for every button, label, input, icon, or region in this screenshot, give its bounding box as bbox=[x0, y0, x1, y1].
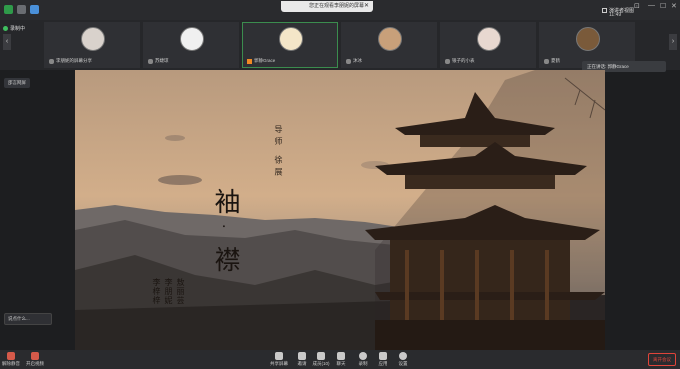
left-panel: 邵言网屏 说点什么... bbox=[0, 70, 75, 350]
grid-icon bbox=[602, 8, 607, 13]
share-banner-text: 您正在观看李朋妮的屏幕 bbox=[309, 3, 365, 9]
leave-meeting-button[interactable]: 离开会议 bbox=[648, 353, 676, 366]
participant-name: 李朋妮的屏幕分享 bbox=[49, 58, 92, 64]
chat-label: 聊天 bbox=[336, 361, 346, 366]
participant-tile[interactable]: 银子的小表 bbox=[440, 22, 536, 68]
right-panel bbox=[605, 70, 680, 350]
mic-icon bbox=[544, 58, 549, 64]
participant-name: 沐冰 bbox=[346, 58, 362, 64]
invite-label: 邀请 bbox=[297, 361, 307, 366]
strip-prev-arrow[interactable]: ‹ bbox=[3, 34, 11, 50]
record-icon bbox=[359, 352, 367, 360]
recording-dot-icon bbox=[3, 26, 8, 31]
title-char-2: 襟 bbox=[210, 246, 240, 273]
close-window-icon[interactable]: ✕ bbox=[671, 2, 677, 10]
participant-name-text: 银子的小表 bbox=[452, 58, 475, 63]
avatar bbox=[279, 27, 303, 51]
share-screen-button[interactable]: 共享屏幕 bbox=[268, 352, 290, 367]
record-button[interactable]: 录制 bbox=[352, 352, 374, 367]
student-name: 李梓梓 bbox=[152, 278, 161, 305]
student-name: 敖丽芸 bbox=[176, 278, 185, 305]
apps-label: 应用 bbox=[378, 361, 388, 366]
recording-indicator: 录制中 bbox=[3, 25, 25, 32]
participant-name: 苏婕琼 bbox=[148, 58, 169, 64]
shared-screen: 导师 徐展 袖 · 襟 敖丽芸 李朋妮 李梓梓 bbox=[75, 70, 605, 350]
speaker-chip-label: 邵言网屏 bbox=[8, 80, 26, 85]
chat-button[interactable]: 聊天 bbox=[330, 352, 352, 367]
avatar bbox=[477, 27, 501, 51]
participant-tile[interactable]: 苏婕琼 bbox=[143, 22, 239, 68]
host-icon bbox=[247, 58, 252, 64]
student-name: 李朋妮 bbox=[164, 278, 173, 305]
signal-icon bbox=[30, 5, 39, 14]
video-label: 开启视频 bbox=[26, 361, 44, 366]
settings-button[interactable]: 设置 bbox=[392, 352, 414, 367]
recording-label: 录制中 bbox=[10, 26, 26, 32]
title-bar: 您正在观看李朋妮的屏幕 ✕ ⊡ — ☐ ✕ bbox=[0, 0, 680, 20]
network-icon bbox=[4, 5, 13, 14]
participant-tile[interactable]: 沐冰 bbox=[341, 22, 437, 68]
pin-icon[interactable]: ⊡ bbox=[634, 2, 640, 10]
mentor-text: 导师 徐展 bbox=[274, 125, 283, 180]
speaking-text: 正在讲话: 郭静Grace bbox=[587, 64, 629, 69]
participant-name-text: 苏婕琼 bbox=[155, 58, 169, 63]
apps-button[interactable]: 应用 bbox=[372, 352, 394, 367]
participant-name-text: 郭静Grace bbox=[254, 58, 276, 63]
participant-name-text: 沐冰 bbox=[353, 58, 362, 63]
record-label: 录制 bbox=[358, 361, 368, 366]
members-label: 成员(10) bbox=[312, 361, 330, 366]
chat-input[interactable]: 说点什么... bbox=[4, 313, 52, 325]
share-banner: 您正在观看李朋妮的屏幕 ✕ bbox=[281, 1, 373, 12]
title-dot: · bbox=[215, 224, 231, 230]
participant-name-text: 李朋妮的屏幕分享 bbox=[56, 58, 92, 63]
avatar bbox=[378, 27, 402, 51]
status-icons bbox=[4, 5, 39, 14]
avatar bbox=[576, 27, 600, 51]
members-button[interactable]: 成员(10) bbox=[310, 352, 332, 367]
participant-name: 夏鹤 bbox=[544, 58, 560, 64]
settings-label: 设置 bbox=[398, 361, 408, 366]
participant-name-text: 夏鹤 bbox=[551, 58, 560, 63]
meeting-window: 您正在观看李朋妮的屏幕 ✕ ⊡ — ☐ ✕ 录制中 ‹ › 11:49 演讲者视… bbox=[0, 0, 680, 369]
gear-icon bbox=[399, 352, 407, 360]
chat-icon bbox=[337, 352, 345, 360]
camera-off-icon bbox=[31, 352, 39, 360]
meeting-toolbar: 解除静音 开启视频 共享屏幕 邀请 成员(10) 聊天 录制 应用 设置 离开会… bbox=[0, 350, 680, 369]
view-label: 演讲者视图 bbox=[609, 8, 635, 14]
video-button[interactable]: 开启视频 bbox=[24, 352, 46, 367]
avatar bbox=[180, 27, 204, 51]
participant-name: 郭静Grace bbox=[247, 58, 275, 64]
participant-tile[interactable]: 李朋妮的屏幕分享 bbox=[44, 22, 140, 68]
maximize-icon[interactable]: ☐ bbox=[660, 2, 666, 10]
leave-label: 离开会议 bbox=[653, 357, 671, 362]
share-screen-icon bbox=[275, 352, 283, 360]
screen-share-icon bbox=[49, 58, 54, 64]
slide-background bbox=[75, 70, 605, 350]
members-icon bbox=[317, 352, 325, 360]
mic-icon bbox=[346, 58, 351, 64]
mic-icon bbox=[148, 58, 153, 64]
mic-icon bbox=[445, 58, 450, 64]
chat-placeholder: 说点什么... bbox=[8, 316, 30, 321]
participant-strip: 录制中 ‹ › 11:49 演讲者视图 李朋妮的屏幕分享 苏婕琼 郭静Grace… bbox=[0, 8, 680, 70]
minimize-icon[interactable]: — bbox=[648, 2, 655, 9]
participant-name: 银子的小表 bbox=[445, 58, 475, 64]
invite-icon bbox=[298, 352, 306, 360]
mute-label: 解除静音 bbox=[2, 361, 20, 366]
speaker-view-button[interactable]: 演讲者视图 bbox=[602, 7, 634, 14]
mic-muted-icon bbox=[7, 352, 15, 360]
speaker-chip[interactable]: 邵言网屏 bbox=[4, 78, 30, 88]
mute-button[interactable]: 解除静音 bbox=[0, 352, 22, 367]
apps-icon bbox=[379, 352, 387, 360]
close-icon[interactable]: ✕ bbox=[364, 1, 369, 12]
share-label: 共享屏幕 bbox=[270, 361, 288, 366]
info-icon[interactable] bbox=[17, 5, 26, 14]
avatar bbox=[81, 27, 105, 51]
participant-tile[interactable]: 郭静Grace bbox=[242, 22, 338, 68]
title-char-1: 袖 bbox=[210, 188, 240, 215]
strip-next-arrow[interactable]: › bbox=[669, 34, 677, 50]
